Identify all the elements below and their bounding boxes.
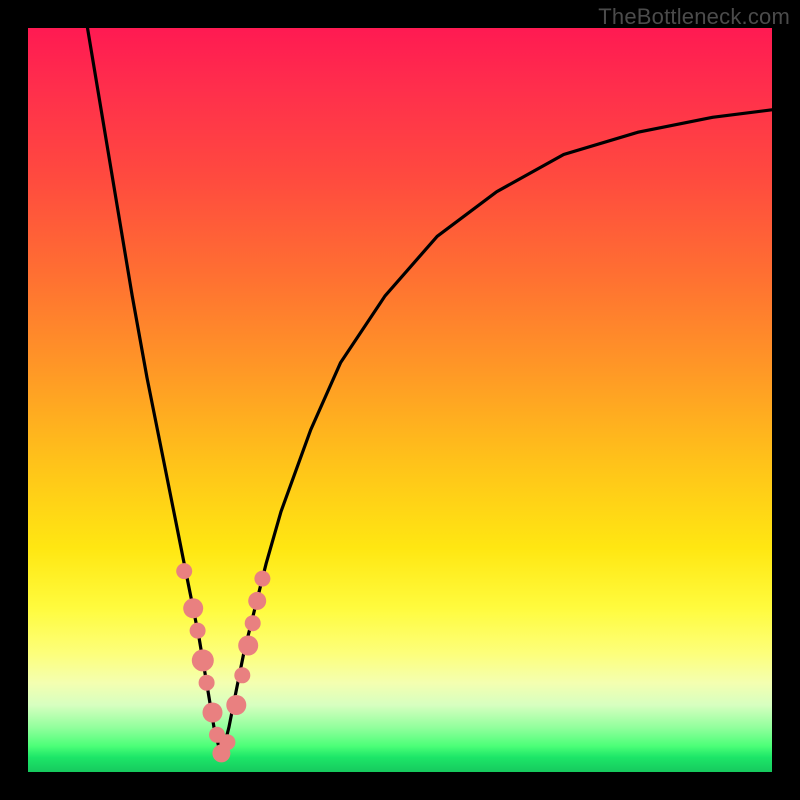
highlight-dot — [254, 571, 270, 587]
highlight-dot — [248, 592, 266, 610]
curve-layer — [28, 28, 772, 772]
highlight-dot — [176, 563, 192, 579]
highlight-dot — [245, 615, 261, 631]
outer-frame: TheBottleneck.com — [0, 0, 800, 800]
highlight-dot — [234, 667, 250, 683]
highlight-dot — [199, 675, 215, 691]
curve-left-branch — [88, 28, 222, 757]
curve-right-branch — [221, 110, 772, 757]
highlight-dot — [183, 598, 203, 618]
highlight-dot — [238, 636, 258, 656]
highlight-dot — [192, 649, 214, 671]
plot-area — [28, 28, 772, 772]
highlight-dot — [203, 703, 223, 723]
highlight-dot — [219, 734, 235, 750]
highlight-dot — [190, 623, 206, 639]
highlight-dot — [226, 695, 246, 715]
watermark-text: TheBottleneck.com — [598, 4, 790, 30]
